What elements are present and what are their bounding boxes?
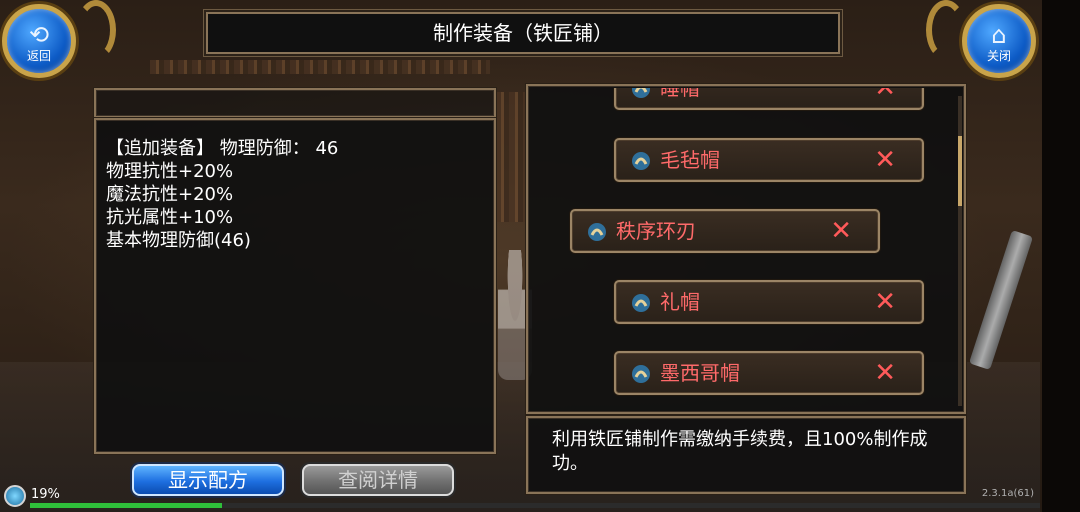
ornament-horn xyxy=(76,0,116,60)
scroll-icon xyxy=(588,223,606,241)
close-icon[interactable]: ✕ xyxy=(874,140,896,180)
battery-icon xyxy=(4,485,26,507)
view-details-button[interactable]: 查阅详情 xyxy=(302,464,454,496)
close-icon[interactable]: ✕ xyxy=(874,88,896,108)
scroll-icon xyxy=(632,152,650,170)
list-item[interactable]: 毛毡帽 ✕ xyxy=(614,138,924,182)
list-item-selected[interactable]: 秩序环刃 ✕ xyxy=(570,209,880,253)
window-title: 制作装备（铁匠铺） xyxy=(206,12,840,54)
scroll-icon xyxy=(632,365,650,383)
item-name: 墨西哥帽 xyxy=(660,361,740,385)
back-button-label: 返回 xyxy=(26,49,51,63)
back-arrow-icon: ⟲ xyxy=(28,21,50,49)
close-icon[interactable]: ✕ xyxy=(874,282,896,322)
item-name: 礼帽 xyxy=(660,290,700,314)
scroll-icon xyxy=(632,88,650,98)
version-label: 2.3.1a(61) xyxy=(981,488,1034,499)
close-icon[interactable]: ✕ xyxy=(874,353,896,393)
scroll-icon xyxy=(632,294,650,312)
stat-line: 【追加装备】 物理防御： 46 xyxy=(106,138,339,159)
item-list[interactable]: 睡帽 ✕ 毛毡帽 ✕ 秩序环刃 ✕ 礼帽 ✕ 墨西哥帽 ✕ xyxy=(532,88,952,406)
item-name: 睡帽 xyxy=(660,88,700,100)
close-button[interactable]: ⌂ 关闭 xyxy=(962,4,1036,78)
info-text: 利用铁匠铺制作需缴纳手续费，且100%制作成功。 xyxy=(552,429,928,474)
bookshelf xyxy=(495,92,527,222)
ornament-horn xyxy=(926,0,966,60)
list-scroll-thumb[interactable] xyxy=(958,136,962,206)
exp-bar xyxy=(30,503,1040,508)
exp-bar-fill xyxy=(30,503,222,508)
stat-line: 抗光属性+10% xyxy=(106,207,234,228)
equipment-stats: 【追加装备】 物理防御： 46 物理抗性+20% 魔法抗性+20% 抗光属性+1… xyxy=(106,137,486,252)
stat-line: 基本物理防御(46) xyxy=(106,230,251,251)
list-item[interactable]: 墨西哥帽 ✕ xyxy=(614,351,924,395)
detail-header-frame xyxy=(94,88,496,118)
bookshelf xyxy=(150,60,490,74)
list-item[interactable]: 睡帽 ✕ xyxy=(614,88,924,110)
stat-line: 物理抗性+20% xyxy=(106,161,234,182)
stat-line: 魔法抗性+20% xyxy=(106,184,234,205)
list-item[interactable]: 礼帽 ✕ xyxy=(614,280,924,324)
show-recipe-button[interactable]: 显示配方 xyxy=(132,464,284,496)
item-name: 秩序环刃 xyxy=(616,219,696,243)
screen-edge xyxy=(1042,0,1080,512)
home-icon: ⌂ xyxy=(991,21,1007,49)
status-percent: 19% xyxy=(31,487,60,502)
close-button-label: 关闭 xyxy=(986,49,1011,63)
close-icon[interactable]: ✕ xyxy=(830,211,852,251)
back-button[interactable]: ⟲ 返回 xyxy=(2,4,76,78)
item-name: 毛毡帽 xyxy=(660,148,720,172)
